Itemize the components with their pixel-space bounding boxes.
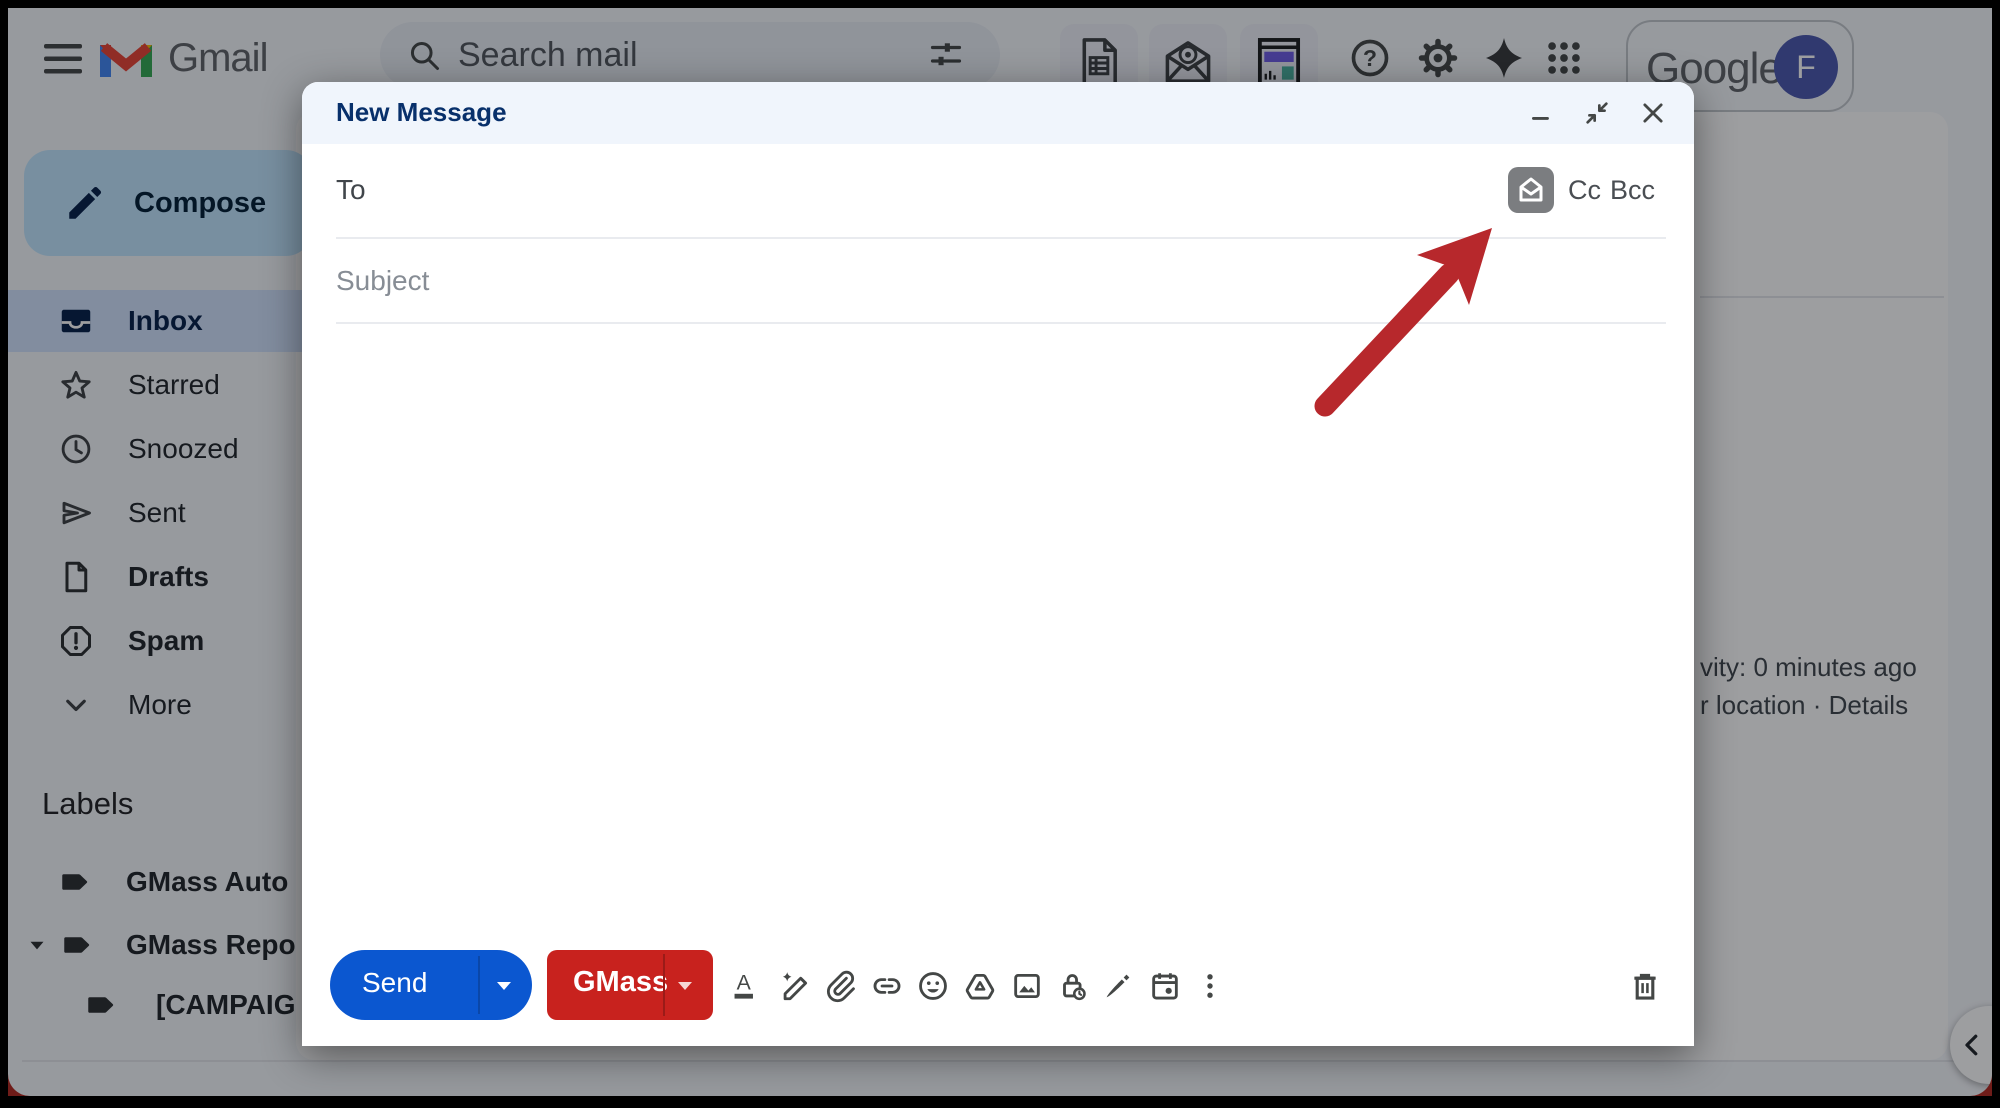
link-icon (870, 969, 904, 1003)
insert-signature-button[interactable] (1098, 966, 1138, 1006)
exit-fullscreen-button[interactable] (1580, 96, 1614, 130)
confidential-icon (1056, 969, 1090, 1003)
drive-icon (963, 969, 997, 1003)
more-options-button[interactable] (1190, 966, 1230, 1006)
more-options-icon (1193, 969, 1227, 1003)
signature-pen-icon (1101, 969, 1135, 1003)
send-label: Send (362, 967, 427, 999)
page-background: Gmail Search mail (8, 8, 1992, 1096)
to-field[interactable]: To Cc Bcc (302, 144, 1694, 237)
trash-icon (1628, 969, 1662, 1003)
discard-draft-button[interactable] (1625, 966, 1665, 1006)
magic-pen-icon (778, 969, 812, 1003)
confidential-mode-button[interactable] (1053, 966, 1093, 1006)
screenshot-frame: Gmail Search mail (0, 0, 2000, 1108)
gmass-icon (1515, 174, 1547, 206)
calendar-icon (1148, 969, 1182, 1003)
gmass-send-button[interactable]: GMass (547, 950, 713, 1020)
close-button[interactable] (1636, 96, 1670, 130)
attach-file-button[interactable] (820, 966, 860, 1006)
image-icon (1010, 969, 1044, 1003)
formatting-options-button[interactable]: A (728, 966, 768, 1006)
gmass-options-caret-icon[interactable] (673, 976, 697, 996)
svg-text:A: A (737, 971, 752, 995)
insert-from-drive-button[interactable] (960, 966, 1000, 1006)
gmass-send-label: GMass (573, 966, 668, 999)
compose-window: New Message To (302, 82, 1694, 1046)
gmass-recipients-button[interactable] (1508, 167, 1554, 213)
compose-header[interactable]: New Message (302, 82, 1694, 144)
compose-title: New Message (336, 97, 507, 128)
minimize-icon (1528, 100, 1554, 126)
insert-link-button[interactable] (867, 966, 907, 1006)
message-body[interactable] (302, 324, 1694, 944)
gmass-split-divider (663, 954, 665, 1016)
insert-emoji-button[interactable] (913, 966, 953, 1006)
insert-photo-button[interactable] (1007, 966, 1047, 1006)
minimize-button[interactable] (1524, 96, 1558, 130)
set-meeting-time-button[interactable] (1145, 966, 1185, 1006)
emoji-icon (916, 969, 950, 1003)
cc-button[interactable]: Cc (1568, 175, 1601, 206)
subject-field[interactable]: Subject (302, 239, 1694, 322)
send-options-caret-icon[interactable] (492, 976, 516, 996)
subject-placeholder: Subject (336, 265, 429, 297)
send-split-divider (478, 956, 480, 1014)
send-button[interactable]: Send (330, 950, 532, 1020)
to-label: To (336, 174, 366, 206)
help-me-write-button[interactable] (775, 966, 815, 1006)
close-icon (1639, 99, 1667, 127)
attach-icon (823, 969, 857, 1003)
formatting-icon: A (731, 969, 765, 1003)
bcc-button[interactable]: Bcc (1610, 175, 1655, 206)
exit-fullscreen-icon (1583, 99, 1611, 127)
